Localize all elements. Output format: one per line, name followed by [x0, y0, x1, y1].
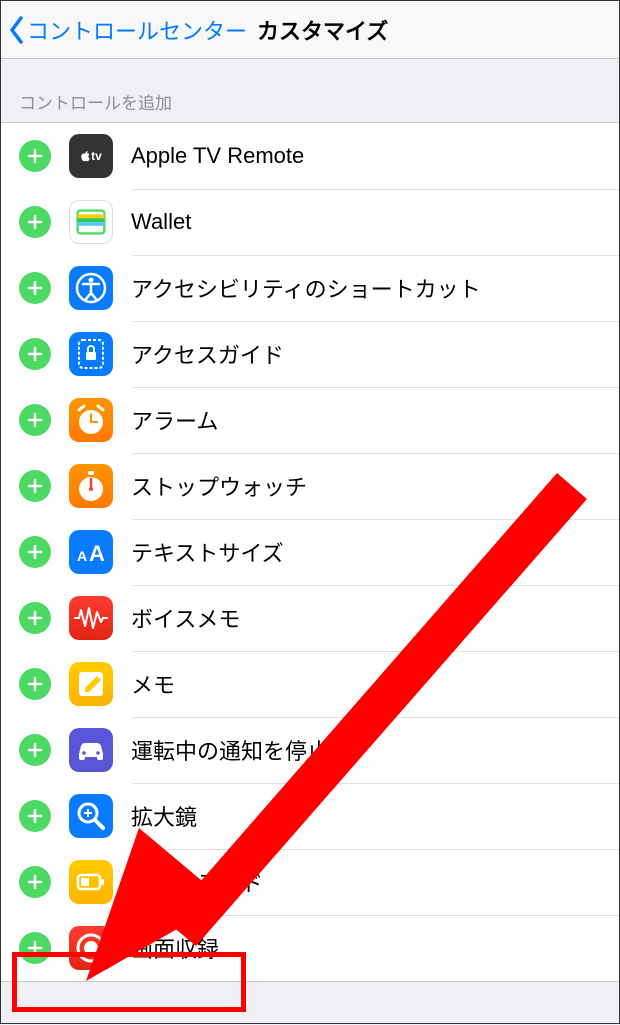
navbar: コントロールセンター カスタマイズ: [1, 1, 619, 59]
screen-recording-icon: [69, 926, 113, 970]
magnifier-icon: [69, 794, 113, 838]
row-label: メモ: [131, 668, 175, 700]
add-button[interactable]: [19, 206, 51, 238]
add-button[interactable]: [19, 668, 51, 700]
row-guided-access[interactable]: アクセスガイド: [1, 321, 619, 387]
row-notes[interactable]: メモ: [1, 651, 619, 717]
text-size-icon: AA: [69, 530, 113, 574]
row-accessibility-shortcut[interactable]: アクセシビリティのショートカット: [1, 255, 619, 321]
add-button[interactable]: [19, 140, 51, 172]
add-button[interactable]: [19, 866, 51, 898]
row-do-not-disturb-driving[interactable]: 運転中の通知を停止: [1, 717, 619, 783]
page-title: カスタマイズ: [257, 14, 388, 46]
accessibility-icon: [69, 266, 113, 310]
row-label: Wallet: [131, 209, 191, 235]
svg-text:A: A: [89, 541, 105, 566]
row-label: 画面収録: [131, 932, 219, 964]
back-button-label[interactable]: コントロールセンター: [27, 14, 247, 46]
row-apple-tv-remote[interactable]: tv Apple TV Remote: [1, 123, 619, 189]
row-label: 拡大鏡: [131, 800, 197, 832]
add-button[interactable]: [19, 338, 51, 370]
notes-icon: [69, 662, 113, 706]
add-button[interactable]: [19, 536, 51, 568]
section-header-more-controls: コントロールを追加: [1, 59, 619, 122]
row-text-size[interactable]: AA テキストサイズ: [1, 519, 619, 585]
row-label: ストップウォッチ: [131, 470, 307, 502]
row-label: アクセシビリティのショートカット: [131, 272, 481, 304]
row-label: ボイスメモ: [131, 602, 240, 634]
add-button[interactable]: [19, 470, 51, 502]
row-label: Apple TV Remote: [131, 143, 304, 169]
add-button[interactable]: [19, 932, 51, 964]
guided-access-icon: [69, 332, 113, 376]
add-button[interactable]: [19, 734, 51, 766]
add-button[interactable]: [19, 272, 51, 304]
row-label: 低電力モード: [131, 866, 263, 898]
alarm-clock-icon: [69, 398, 113, 442]
add-button[interactable]: [19, 602, 51, 634]
add-button[interactable]: [19, 800, 51, 832]
row-label: 運転中の通知を停止: [131, 734, 329, 766]
row-wallet[interactable]: Wallet: [1, 189, 619, 255]
row-label: アクセスガイド: [131, 338, 284, 370]
add-button[interactable]: [19, 404, 51, 436]
row-voice-memos[interactable]: ボイスメモ: [1, 585, 619, 651]
svg-text:A: A: [77, 548, 87, 564]
stopwatch-icon: [69, 464, 113, 508]
car-icon: [69, 728, 113, 772]
row-label: テキストサイズ: [131, 536, 284, 568]
back-chevron-icon[interactable]: [9, 16, 25, 44]
wallet-icon: [69, 200, 113, 244]
row-stopwatch[interactable]: ストップウォッチ: [1, 453, 619, 519]
row-alarm[interactable]: アラーム: [1, 387, 619, 453]
row-low-power-mode[interactable]: 低電力モード: [1, 849, 619, 915]
row-magnifier[interactable]: 拡大鏡: [1, 783, 619, 849]
voice-memo-icon: [69, 596, 113, 640]
battery-icon: [69, 860, 113, 904]
controls-list: tv Apple TV Remote Wallet アクセシビリティのショートカ…: [1, 122, 619, 982]
row-label: アラーム: [131, 404, 218, 436]
apple-tv-icon: tv: [69, 134, 113, 178]
row-screen-recording[interactable]: 画面収録: [1, 915, 619, 981]
